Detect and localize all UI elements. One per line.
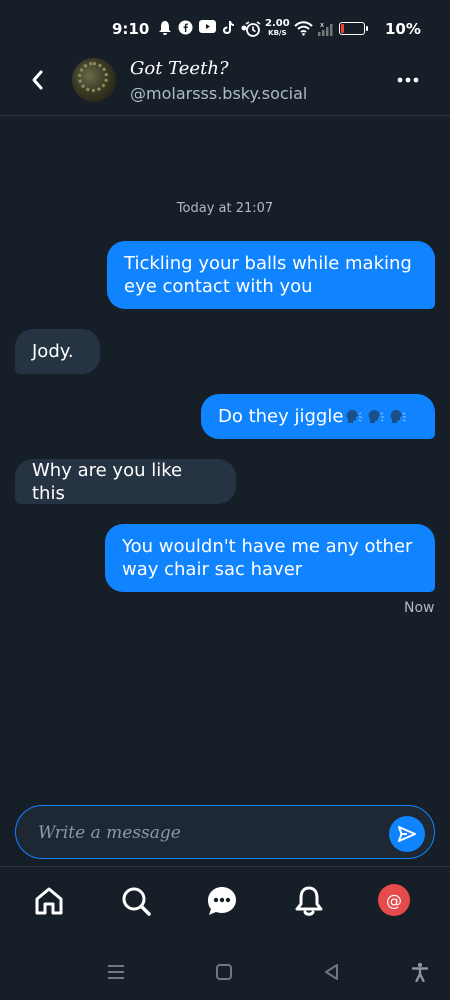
message-text: Tickling your balls while making eye con… bbox=[124, 253, 412, 297]
conversation-header: Got Teeth? @molarsss.bsky.social bbox=[0, 58, 450, 116]
bottom-navigation: @ bbox=[0, 866, 450, 938]
home-icon[interactable] bbox=[32, 884, 66, 918]
message-input[interactable] bbox=[38, 818, 368, 848]
more-options-icon[interactable] bbox=[396, 68, 420, 92]
back-arrow-icon[interactable] bbox=[24, 66, 52, 94]
system-status-icons: 2.00 KB/S x bbox=[245, 18, 368, 38]
message-text: Why are you like this bbox=[32, 459, 183, 504]
menu-icon[interactable] bbox=[106, 962, 126, 982]
network-speed: 2.00 KB/S bbox=[265, 18, 290, 38]
message-bubble-outgoing[interactable]: Tickling your balls while making eye con… bbox=[107, 241, 435, 309]
message-status: Now bbox=[404, 600, 435, 616]
contact-name[interactable]: Got Teeth? bbox=[130, 58, 229, 79]
status-time: 9:10 bbox=[112, 20, 150, 38]
contact-handle[interactable]: @molarsss.bsky.social bbox=[130, 84, 307, 103]
message-bubble-outgoing[interactable]: You wouldn't have me any other way chair… bbox=[105, 524, 435, 592]
home-square-icon[interactable] bbox=[214, 962, 234, 982]
speaking-head-emoji-icon bbox=[369, 409, 385, 423]
avatar[interactable] bbox=[72, 58, 116, 102]
send-icon bbox=[398, 826, 416, 842]
bell-icon[interactable] bbox=[292, 884, 326, 918]
mention-icon[interactable]: @ bbox=[378, 884, 410, 916]
accessibility-icon[interactable] bbox=[410, 962, 430, 982]
bell-notification-icon bbox=[159, 21, 171, 35]
message-bubble-incoming[interactable]: Why are you like this bbox=[15, 459, 236, 504]
facebook-icon bbox=[178, 20, 193, 35]
status-bar: 9:10 2.00 KB/S x 10% bbox=[0, 0, 450, 58]
battery-percent: 10% bbox=[385, 20, 421, 38]
notification-icons bbox=[158, 20, 247, 36]
send-button[interactable] bbox=[389, 816, 425, 852]
speaking-head-emoji-icon bbox=[391, 409, 407, 423]
signal-icon: x bbox=[317, 21, 333, 36]
wifi-icon bbox=[293, 21, 313, 36]
date-separator: Today at 21:07 bbox=[176, 201, 274, 216]
alarm-icon bbox=[245, 20, 261, 37]
message-text: You wouldn't have me any other way chair… bbox=[122, 536, 413, 580]
chat-icon[interactable] bbox=[205, 884, 239, 918]
message-bubble-incoming[interactable]: Jody. bbox=[15, 329, 100, 374]
message-composer bbox=[15, 805, 435, 859]
message-text: Do they jiggle bbox=[218, 406, 344, 427]
tiktok-icon bbox=[223, 21, 234, 34]
speaking-head-emoji-icon bbox=[347, 409, 363, 423]
battery-icon bbox=[338, 22, 368, 35]
svg-text:x: x bbox=[320, 21, 324, 29]
back-triangle-icon[interactable] bbox=[322, 962, 342, 982]
search-icon[interactable] bbox=[119, 884, 153, 918]
message-text: Jody. bbox=[32, 341, 74, 362]
system-navigation-bar bbox=[0, 940, 450, 1000]
youtube-icon bbox=[199, 20, 216, 33]
message-bubble-outgoing[interactable]: Do they jiggle bbox=[201, 394, 435, 439]
